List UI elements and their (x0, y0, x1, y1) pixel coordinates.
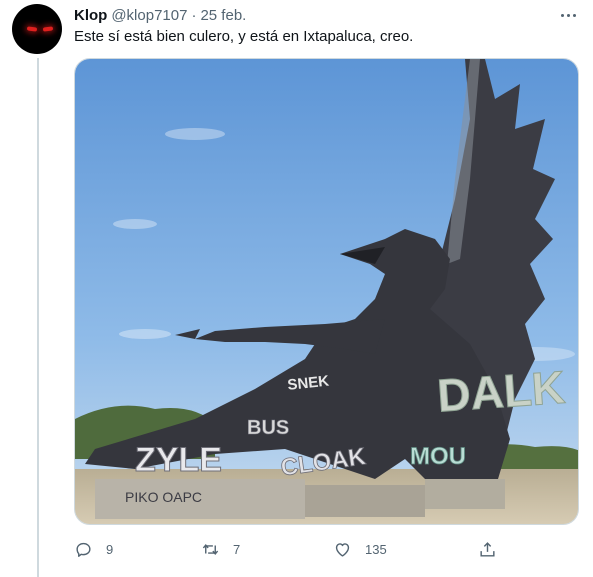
retweet-button[interactable]: 7 (201, 537, 240, 561)
author-name[interactable]: Klop (74, 7, 107, 24)
retweet-icon (202, 543, 219, 555)
avatar-eye (42, 26, 54, 32)
tweet-header: Klop @klop7107 · 25 feb. (74, 5, 246, 25)
tweet-date[interactable]: 25 feb. (200, 7, 246, 24)
statue-photo: DALK SNEK BUS ZYLE CLOAK PIKO OAPC MOU (75, 59, 578, 524)
graffiti-tag: PIKO OAPC (125, 489, 202, 505)
reply-icon (76, 542, 91, 557)
graffiti-big-tag: DALK (436, 361, 567, 422)
graffiti-tag: ZYLE (135, 441, 222, 479)
tweet-photo[interactable]: DALK SNEK BUS ZYLE CLOAK PIKO OAPC MOU (74, 58, 579, 525)
like-count: 135 (365, 541, 387, 557)
retweet-count: 7 (233, 541, 241, 557)
share-icon (480, 541, 495, 557)
like-button[interactable]: 135 (333, 537, 387, 561)
graffiti-tag: BUS (247, 417, 289, 439)
separator: · (191, 6, 197, 24)
reply-count: 9 (106, 541, 114, 557)
reply-button[interactable]: 9 (74, 537, 113, 561)
more-icon[interactable] (557, 6, 579, 24)
graffiti-tag: MOU (410, 443, 466, 470)
thread-line (37, 58, 39, 577)
avatar-eye (26, 26, 38, 32)
tweet-text: Este sí está bien culero, y está en Ixta… (74, 28, 414, 45)
action-bar: 9 7 135 (74, 537, 514, 561)
author-handle[interactable]: @klop7107 (111, 7, 187, 24)
heart-icon (335, 542, 350, 557)
share-button[interactable] (478, 537, 497, 561)
avatar[interactable] (12, 4, 62, 54)
